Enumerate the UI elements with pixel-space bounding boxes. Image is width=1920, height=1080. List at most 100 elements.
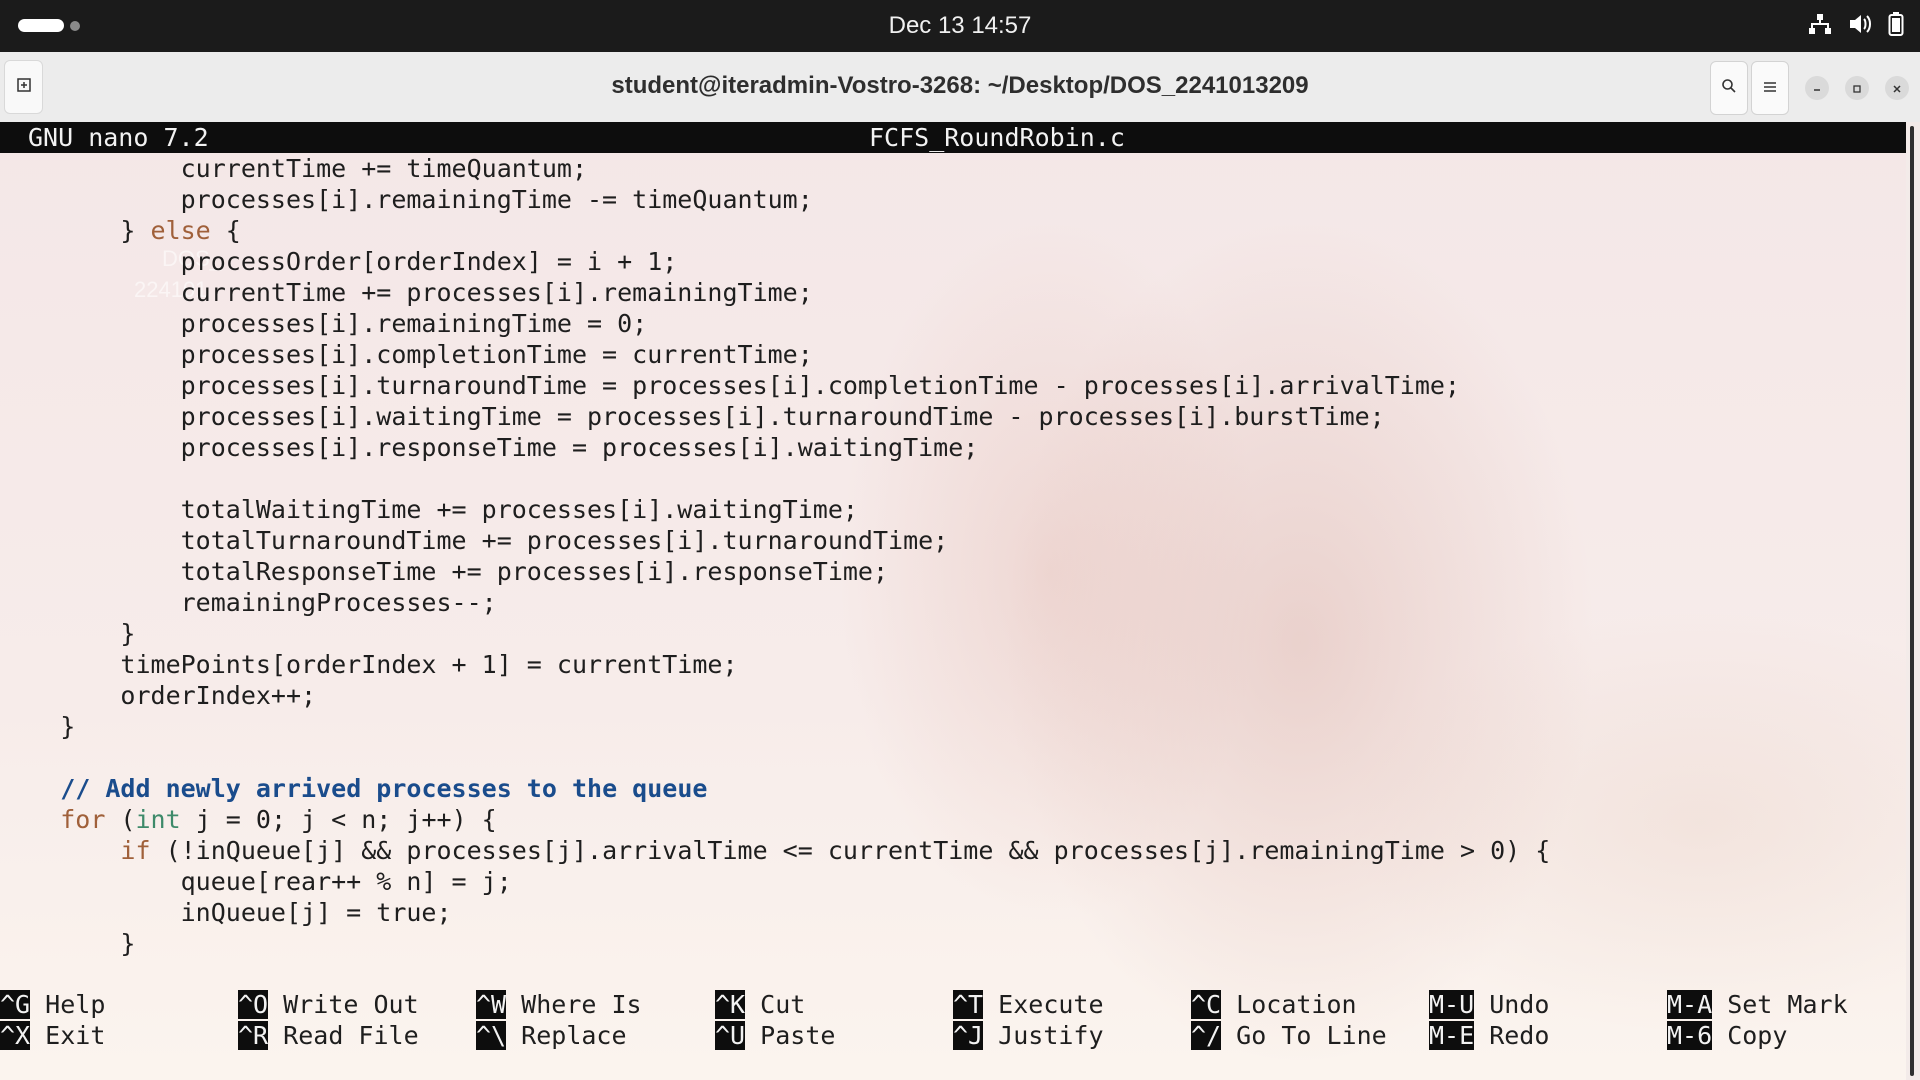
code-comment: // Add newly arrived processes to the qu… [60,774,708,803]
code-line: inQueue[j] = true; [0,897,1550,928]
code-text: queue[rear++ % n] = j; [0,867,512,896]
code-text: j = 0; j < n; j++) { [180,805,497,834]
shortcut-key: ^O [238,990,269,1019]
shortcut-label: Undo [1474,990,1550,1019]
code-line: } [0,928,1550,959]
code-text: currentTime += timeQuantum; [0,154,587,183]
code-text: processOrder[orderIndex] = i + 1; [0,247,678,276]
code-line: processes[i].turnaroundTime = processes[… [0,370,1550,401]
system-top-bar: Dec 13 14:57 [0,0,1920,52]
terminal-titlebar[interactable]: student@iteradmin-Vostro-3268: ~/Desktop… [0,52,1920,123]
shortcut-key: ^K [715,990,746,1019]
shortcut-item: ^O Write Out [238,989,419,1020]
shortcut-item: ^T Execute [953,989,1104,1020]
code-line: if (!inQueue[j] && processes[j].arrivalT… [0,835,1550,866]
code-line: currentTime += processes[i].remainingTim… [0,277,1550,308]
code-line: timePoints[orderIndex + 1] = currentTime… [0,649,1550,680]
window-title: student@iteradmin-Vostro-3268: ~/Desktop… [611,72,1309,99]
shortcut-item: ^W Where Is [476,989,642,1020]
code-line: processes[i].completionTime = currentTim… [0,339,1550,370]
scrollbar-thumb[interactable] [1910,126,1914,1076]
shortcut-item: ^/ Go To Line [1191,1020,1387,1051]
code-text: } [0,712,76,741]
code-line: processes[i].waitingTime = processes[i].… [0,401,1550,432]
shortcut-label: Redo [1474,1021,1550,1050]
code-editor[interactable]: currentTime += timeQuantum; processes[i]… [0,153,1550,959]
shortcut-key: ^T [953,990,984,1019]
shortcut-item: M-E Redo [1429,1020,1549,1051]
code-line: } else { [0,215,1550,246]
code-line: processes[i].responseTime = processes[i]… [0,432,1550,463]
nano-filename: FCFS_RoundRobin.c [869,123,1125,152]
code-line: processes[i].remainingTime = 0; [0,308,1550,339]
menu-icon [1763,79,1777,98]
code-text: } [0,216,151,245]
code-text: processes[i].remainingTime -= timeQuantu… [0,185,813,214]
system-tray[interactable] [1808,12,1904,36]
code-text: currentTime += processes[i].remainingTim… [0,278,813,307]
shortcut-label: Execute [983,990,1104,1019]
code-line: totalResponseTime += processes[i].respon… [0,556,1550,587]
code-text: totalWaitingTime += processes[i].waiting… [0,495,858,524]
battery-icon [1888,12,1904,36]
volume-icon [1848,13,1872,35]
code-line: queue[rear++ % n] = j; [0,866,1550,897]
code-text: { [210,216,241,245]
shortcut-key: ^G [0,990,31,1019]
code-text: ( [105,805,136,834]
code-text: } [0,619,136,648]
nano-header-bar: GNU nano 7.2 FCFS_RoundRobin.c [0,122,1906,153]
shortcut-item: ^K Cut [715,989,805,1020]
code-text: processes[i].remainingTime = 0; [0,309,648,338]
code-line: orderIndex++; [0,680,1550,711]
shortcut-label: Go To Line [1221,1021,1387,1050]
shortcut-key: ^C [1191,990,1222,1019]
code-line: // Add newly arrived processes to the qu… [0,773,1550,804]
clock[interactable]: Dec 13 14:57 [0,12,1920,40]
shortcut-key: M-A [1667,990,1713,1019]
maximize-button[interactable] [1845,76,1869,100]
code-line: processOrder[orderIndex] = i + 1; [0,246,1550,277]
shortcut-item: ^U Paste [715,1020,835,1051]
minimize-button[interactable] [1805,76,1829,100]
code-line: for (int j = 0; j < n; j++) { [0,804,1550,835]
network-icon [1808,13,1832,35]
code-text: totalResponseTime += processes[i].respon… [0,557,889,586]
maximize-icon [1852,79,1862,98]
code-text: orderIndex++; [0,681,317,710]
shortcut-key: M-U [1429,990,1475,1019]
shortcut-key: M-6 [1667,1021,1713,1050]
search-icon [1721,78,1737,98]
terminal-content[interactable]: DOS_ 224101 GNU nano 7.2 FCFS_RoundRobin… [0,122,1906,1080]
shortcut-label: Set Mark [1712,990,1848,1019]
menu-button[interactable] [1751,61,1789,115]
shortcut-label: Copy [1712,1021,1788,1050]
code-text: inQueue[j] = true; [0,898,452,927]
code-text: timePoints[orderIndex + 1] = currentTime… [0,650,738,679]
code-text: (!inQueue[j] && processes[j].arrivalTime… [150,836,1551,865]
search-button[interactable] [1710,61,1748,115]
code-text: totalTurnaroundTime += processes[i].turn… [0,526,949,555]
shortcut-item: ^C Location [1191,989,1357,1020]
shortcut-label: Justify [983,1021,1104,1050]
code-line: processes[i].remainingTime -= timeQuantu… [0,184,1550,215]
shortcut-key: ^\ [476,1021,507,1050]
code-line: totalWaitingTime += processes[i].waiting… [0,494,1550,525]
code-line: totalTurnaroundTime += processes[i].turn… [0,525,1550,556]
shortcut-label: Exit [30,1021,106,1050]
shortcut-item: M-A Set Mark [1667,989,1848,1020]
shortcut-label: Paste [745,1021,836,1050]
close-button[interactable] [1885,76,1909,100]
shortcut-key: M-E [1429,1021,1475,1050]
code-keyword: if [120,836,151,865]
shortcut-item: ^\ Replace [476,1020,627,1051]
code-text: processes[i].turnaroundTime = processes[… [0,371,1460,400]
shortcut-key: ^U [715,1021,746,1050]
code-text: processes[i].responseTime = processes[i]… [0,433,979,462]
shortcut-key: ^R [238,1021,269,1050]
code-type: int [135,805,181,834]
